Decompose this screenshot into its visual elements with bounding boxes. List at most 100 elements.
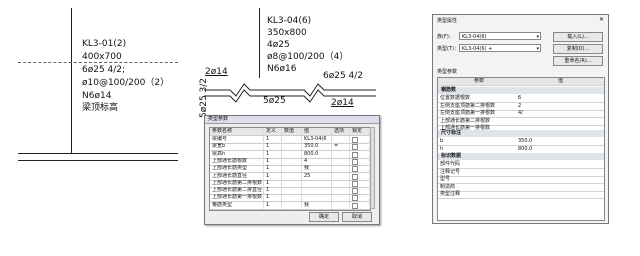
section-dimensions[interactable]: 尺寸标注 xyxy=(438,130,604,137)
property-value[interactable]: 800.0 xyxy=(518,146,532,153)
checkbox[interactable] xyxy=(352,173,358,180)
param-value[interactable]: 我 xyxy=(302,165,332,173)
param-name: 上部通长筋根数 xyxy=(210,157,264,165)
type-params-label: 类型参数 xyxy=(437,69,458,75)
param-value[interactable]: 800.0 xyxy=(302,150,332,158)
param-option xyxy=(332,165,350,173)
type-properties-dialog: 类型属性 ✕ 族(F)： KL3-04(6) ▾ 载入(L)... 类型(T)：… xyxy=(432,14,609,224)
chevron-down-icon: ▾ xyxy=(536,46,539,52)
ok-button[interactable]: 确定 xyxy=(309,212,339,222)
beam-stirrup: ø10@100/200（2） xyxy=(82,78,170,88)
beam-stirrup: ø8@100/200（4） xyxy=(267,52,349,62)
param-value[interactable] xyxy=(302,187,332,195)
col-header-def: 定义 xyxy=(264,128,282,135)
param-name: 上部通长筋第二排直径 xyxy=(212,187,264,195)
lock-checkbox xyxy=(350,143,370,151)
section-identity[interactable]: 标识数据 xyxy=(438,153,604,160)
type-label: 类型(T)： xyxy=(437,46,459,52)
checkbox[interactable] xyxy=(352,144,358,151)
checkbox[interactable] xyxy=(352,195,358,202)
lock-checkbox xyxy=(350,172,370,180)
table-header: 参数名称 定义 数值 值 选项 锁定 xyxy=(210,128,370,136)
param-def: 1 xyxy=(264,201,282,209)
param-def: 1 xyxy=(264,187,282,195)
beam-top-bars: 4ø25 xyxy=(267,40,290,50)
param-name: 上部通长筋直径 xyxy=(210,172,264,180)
checkbox[interactable] xyxy=(352,180,358,187)
dialog-scrollbar[interactable] xyxy=(370,127,375,209)
dialog-title: 类型参数 xyxy=(205,116,379,124)
cancel-button[interactable]: 取消 xyxy=(342,212,372,222)
property-name: 部件代码 xyxy=(440,161,461,167)
param-name: 梁编号 xyxy=(210,136,264,143)
param-value[interactable]: 25 xyxy=(302,172,332,180)
param-value[interactable] xyxy=(302,194,332,202)
property-name: 类型注释 xyxy=(440,191,461,197)
param-def: 1 xyxy=(264,172,282,180)
param-name: 上部通长筋第一排根数 xyxy=(212,194,264,202)
param-num xyxy=(282,165,302,173)
beam-waist-bars: N6ø16 xyxy=(267,64,297,74)
param-value[interactable]: 4 xyxy=(302,157,332,165)
property-name: 左侧支座顶筋第二排根数 xyxy=(440,102,496,109)
param-option xyxy=(332,150,350,158)
properties-table: 参数 值 钢筋数 位置数据根数 6 左侧支座顶筋第二排根数 2 左侧支座顶筋第一排根数 4… xyxy=(437,77,605,221)
table-row[interactable]: 箍筋类型 1 我 xyxy=(210,201,370,210)
lock-checkbox xyxy=(350,165,370,173)
checkbox[interactable] xyxy=(352,158,358,165)
param-def: 1 xyxy=(264,143,282,151)
duplicate-button[interactable]: 复制(D)... xyxy=(553,44,603,54)
checkbox[interactable] xyxy=(352,202,358,209)
lock-checkbox xyxy=(350,187,370,195)
checkbox[interactable] xyxy=(352,151,358,158)
beam-note: 梁顶标高 xyxy=(82,103,119,113)
family-select-value: KL3-04(6) xyxy=(462,34,487,40)
param-value[interactable]: 我 xyxy=(302,201,332,209)
property-row[interactable]: 类型注释 xyxy=(438,191,604,199)
beam-vertical-line xyxy=(259,8,260,78)
param-num xyxy=(282,157,302,165)
parameters-table: 参数名称 定义 数值 值 选项 锁定 梁编号 1 KL3-04(6 梁宽b 1 350.0… xyxy=(209,127,371,211)
type-select[interactable]: KL3-04(6) + ▾ xyxy=(459,44,541,52)
property-value[interactable]: 350.0 xyxy=(518,138,532,145)
property-name: h xyxy=(440,145,444,152)
param-name: 梁高h xyxy=(210,150,264,158)
section-rebar[interactable]: 钢筋数 xyxy=(438,87,604,94)
checkbox[interactable] xyxy=(352,166,358,173)
beam-section: 350x800 xyxy=(267,28,307,38)
param-value[interactable]: 350.0 xyxy=(302,143,332,151)
load-button[interactable]: 载入(L)... xyxy=(553,32,603,42)
beam-waist-bars: N6ø14 xyxy=(82,91,112,101)
beam-top-bars: 6ø25 4/2; xyxy=(82,65,126,75)
param-num xyxy=(282,187,302,195)
param-def: 1 xyxy=(264,136,282,143)
rename-button[interactable]: 重命名(R)... xyxy=(553,56,603,66)
lock-checkbox xyxy=(350,136,370,143)
param-num xyxy=(282,143,302,151)
param-value[interactable] xyxy=(302,179,332,187)
property-name: 位置数据根数 xyxy=(440,95,471,101)
close-icon[interactable]: ✕ xyxy=(599,17,604,23)
checkbox[interactable] xyxy=(352,137,358,143)
family-select[interactable]: KL3-04(6) ▾ xyxy=(459,32,541,40)
beam-id: KL3-04(6) xyxy=(267,16,312,26)
property-value[interactable]: 2 xyxy=(518,103,521,110)
lock-checkbox xyxy=(350,150,370,158)
param-option xyxy=(332,136,350,143)
param-option xyxy=(332,194,350,202)
dialog-title: 类型属性 xyxy=(437,18,458,24)
lock-checkbox xyxy=(350,201,370,209)
beam-section: 400x700 xyxy=(82,52,122,62)
param-name: 箍筋类型 xyxy=(210,201,264,209)
property-value[interactable]: 6 xyxy=(518,95,521,102)
param-value[interactable]: KL3-04(6 xyxy=(302,136,332,143)
param-option: = xyxy=(332,143,350,151)
param-option xyxy=(332,157,350,165)
param-num xyxy=(282,201,302,209)
checkbox[interactable] xyxy=(352,188,358,195)
beam-id: KL3-01(2) xyxy=(82,39,127,49)
property-value[interactable]: 4/ xyxy=(518,110,523,117)
property-name: 上部通长筋第二排根数 xyxy=(440,117,491,124)
left-support-bars: 2ø14 xyxy=(205,67,228,77)
param-name: 梁宽b xyxy=(210,143,264,151)
